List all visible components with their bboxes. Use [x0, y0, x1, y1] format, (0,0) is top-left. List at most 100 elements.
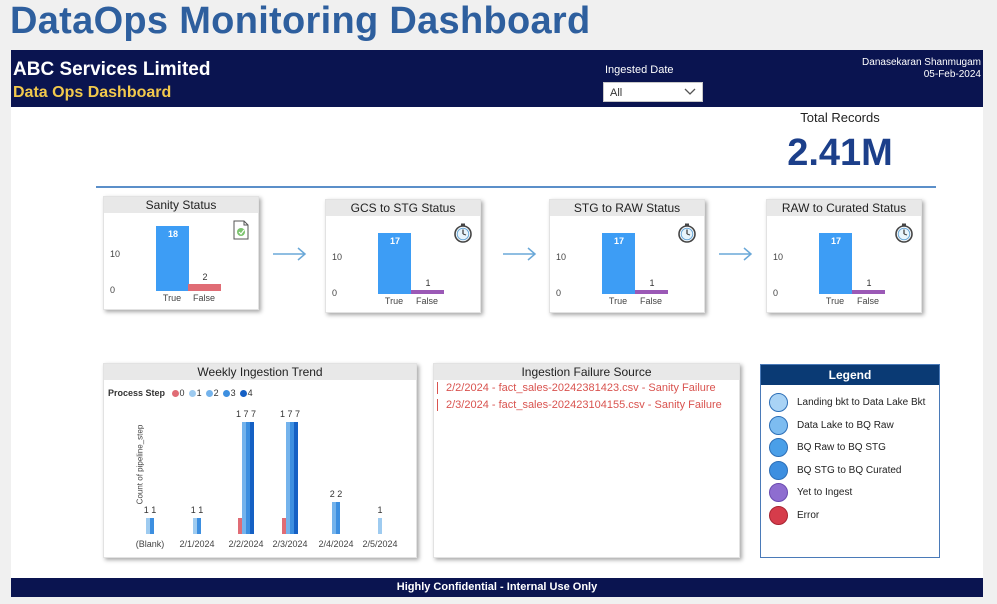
true-value-label: 17 — [389, 235, 400, 246]
ingested-date-label: Ingested Date — [605, 64, 674, 76]
chevron-down-icon — [684, 88, 696, 95]
legend-dot-icon — [222, 390, 230, 398]
ingested-date-dropdown[interactable]: All — [603, 82, 703, 102]
legend-item-label: Yet to Ingest — [797, 487, 853, 498]
trend-legend-item[interactable]: 1 — [185, 388, 202, 398]
trend-bar[interactable] — [197, 518, 201, 534]
y-tick-label: 0 — [556, 288, 562, 298]
trend-x-label: 2/4/2024 — [318, 539, 354, 549]
flow-arrow-icon — [503, 247, 537, 261]
user-name: Danasekaran Shanmugam — [862, 57, 981, 68]
legend-color-swatch — [769, 393, 788, 412]
page-title: DataOps Monitoring Dashboard — [10, 0, 591, 42]
x-label-false: False — [415, 296, 438, 306]
trend-legend-label: 4 — [247, 388, 253, 398]
status-card-title: STG to RAW Status — [550, 200, 704, 216]
legend-color-swatch — [769, 483, 788, 502]
trend-x-label: 2/2/2024 — [228, 539, 264, 549]
false-value-label: 1 — [866, 278, 872, 289]
trend-legend-item[interactable]: 2 — [202, 388, 219, 398]
x-label-true: True — [825, 296, 845, 306]
legend-color-swatch — [769, 460, 788, 480]
trend-data-label: 1 — [377, 505, 383, 515]
legend-color-swatch — [769, 438, 788, 457]
x-label-true: True — [162, 293, 182, 303]
x-label-false: False — [639, 296, 662, 306]
y-tick-label: 10 — [773, 252, 784, 262]
false-bar[interactable] — [635, 290, 668, 294]
legend-dot-icon — [188, 390, 196, 398]
failure-item[interactable]: 2/3/2024 - fact_sales-202423104155.csv -… — [437, 399, 722, 411]
trend-data-label: 1 1 — [190, 505, 204, 515]
trend-legend: Process Step 0 1 2 3 4 — [108, 388, 253, 398]
legend-dot-icon — [171, 390, 179, 398]
legend-panel: Legend Landing bkt to Data Lake Bkt Data … — [760, 364, 940, 558]
trend-bar[interactable] — [336, 502, 340, 534]
trend-bar[interactable] — [294, 422, 298, 534]
trend-title: Weekly Ingestion Trend — [104, 364, 416, 380]
divider-line — [96, 186, 936, 188]
trend-data-label: 1 7 7 — [235, 409, 257, 419]
status-card[interactable]: Sanity Status 10 0 18 2 True False — [103, 196, 259, 310]
legend-item-label: BQ STG to BQ Curated — [797, 464, 902, 476]
false-bar[interactable] — [188, 283, 221, 291]
stopwatch-icon — [678, 223, 696, 243]
y-tick-label: 0 — [773, 288, 779, 298]
false-value-label: 1 — [425, 278, 431, 289]
trend-legend-item[interactable]: 4 — [236, 388, 253, 398]
false-value-label: 1 — [649, 278, 655, 289]
trend-legend-label: 1 — [196, 388, 202, 398]
status-card-title: GCS to STG Status — [326, 200, 480, 216]
trend-x-label: (Blank) — [135, 539, 165, 549]
legend-item-label: Landing bkt to Data Lake Bkt — [797, 397, 926, 408]
x-label-false: False — [192, 293, 215, 303]
y-tick-label: 10 — [332, 252, 343, 262]
legend-title: Legend — [761, 365, 939, 385]
trend-bar[interactable] — [150, 518, 154, 534]
trend-x-label: 2/3/2024 — [272, 539, 308, 549]
legend-dot-icon — [239, 390, 247, 398]
trend-legend-title: Process Step — [108, 388, 166, 398]
trend-legend-label: 2 — [213, 388, 219, 398]
status-card-title: Sanity Status — [104, 197, 258, 213]
x-label-true: True — [384, 296, 404, 306]
legend-item-label: BQ Raw to BQ STG — [797, 442, 886, 453]
flow-arrow-icon — [719, 247, 753, 261]
trend-data-label: 1 1 — [143, 505, 157, 515]
flow-arrow-icon — [273, 247, 307, 261]
failure-title: Ingestion Failure Source — [434, 364, 739, 380]
document-icon — [233, 220, 249, 240]
legend-color-swatch — [769, 415, 788, 435]
total-records-label: Total Records — [800, 110, 880, 125]
company-name: ABC Services Limited — [13, 59, 211, 80]
trend-x-label: 2/5/2024 — [362, 539, 398, 549]
trend-data-label: 1 7 7 — [279, 409, 301, 419]
status-card[interactable]: RAW to Curated Status 10 0 17 1 True False — [766, 199, 922, 313]
status-card[interactable]: STG to RAW Status 10 0 17 1 True False — [549, 199, 705, 313]
y-tick-label: 0 — [332, 288, 338, 298]
status-card[interactable]: GCS to STG Status 10 0 17 1 True False — [325, 199, 481, 313]
trend-bar[interactable] — [378, 518, 382, 534]
true-value-label: 18 — [167, 229, 178, 240]
legend-dot-icon — [205, 390, 213, 398]
trend-data-label: 2 2 — [329, 489, 343, 499]
y-tick-label: 10 — [556, 252, 567, 262]
trend-legend-label: 0 — [179, 388, 185, 398]
failure-item[interactable]: 2/2/2024 - fact_sales-20242381423.csv - … — [437, 382, 716, 394]
true-value-label: 17 — [613, 235, 624, 246]
trend-legend-item[interactable]: 3 — [219, 388, 236, 398]
trend-x-label: 2/1/2024 — [179, 539, 215, 549]
total-records-value: 2.41M — [787, 132, 893, 174]
ingested-date-value: All — [610, 87, 623, 99]
trend-legend-item[interactable]: 0 — [168, 388, 185, 398]
stopwatch-icon — [454, 223, 472, 243]
status-card-title: RAW to Curated Status — [767, 200, 921, 216]
footer-confidential: Highly Confidential - Internal Use Only — [11, 578, 983, 597]
y-tick-label: 0 — [110, 285, 116, 295]
x-label-false: False — [856, 296, 879, 306]
trend-bar[interactable] — [250, 422, 254, 534]
dashboard-subtitle: Data Ops Dashboard — [13, 84, 172, 101]
false-bar[interactable] — [411, 290, 444, 294]
legend-item-label: Data Lake to BQ Raw — [797, 419, 894, 431]
false-bar[interactable] — [852, 290, 885, 294]
